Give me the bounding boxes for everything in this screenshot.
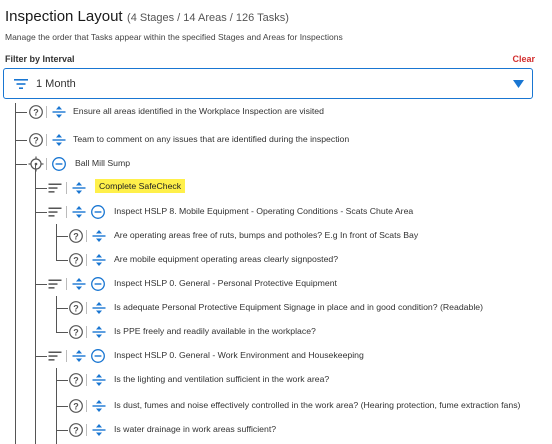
help-icon: ? bbox=[29, 105, 43, 119]
tree-row-label: Is PPE freely and readily available in t… bbox=[114, 326, 316, 336]
collapse-icon[interactable] bbox=[90, 204, 106, 220]
tree-row-question[interactable]: ? Team to comment on any issues that are… bbox=[0, 128, 552, 152]
help-icon: ? bbox=[69, 301, 83, 315]
tree-row-label: Is water drainage in work areas sufficie… bbox=[114, 424, 277, 434]
tree-row-label: Team to comment on any issues that are i… bbox=[73, 134, 350, 144]
collapse-icon[interactable] bbox=[90, 348, 106, 364]
tree-row-question[interactable]: ? Ensure all areas identified in the Wor… bbox=[0, 103, 552, 124]
svg-text:?: ? bbox=[33, 107, 39, 117]
task-list-icon bbox=[48, 207, 62, 217]
tree-row-label: Is adequate Personal Protective Equipmen… bbox=[114, 302, 483, 312]
tree-row-question[interactable]: ? Is the lighting and ventilation suffic… bbox=[0, 368, 552, 392]
tree-row-question[interactable]: ? Are mobile equipment operating areas c… bbox=[0, 248, 552, 272]
tree-row-question[interactable]: ? Is adequate Personal Protective Equipm… bbox=[0, 296, 552, 320]
page-subtitle: Manage the order that Tasks appear withi… bbox=[5, 32, 343, 42]
collapse-icon[interactable] bbox=[90, 276, 106, 292]
tree-row-task-group[interactable]: Inspect HSLP 0. General - Work Environme… bbox=[0, 344, 552, 368]
drag-handle-icon[interactable] bbox=[51, 104, 67, 120]
tree-row-label: Is the lighting and ventilation sufficie… bbox=[114, 374, 330, 384]
layout-tree: ? Ensure all areas identified in the Wor… bbox=[0, 103, 552, 444]
help-icon: ? bbox=[69, 325, 83, 339]
collapse-icon[interactable] bbox=[51, 156, 67, 172]
task-list-icon bbox=[48, 351, 62, 361]
svg-text:?: ? bbox=[73, 231, 79, 241]
task-list-icon bbox=[48, 279, 62, 289]
drag-handle-icon[interactable] bbox=[91, 372, 107, 388]
svg-text:?: ? bbox=[73, 375, 79, 385]
tree-row-label: Ball Mill Sump bbox=[75, 158, 131, 168]
location-target-icon bbox=[28, 156, 44, 172]
title-counts: (4 Stages / 14 Areas / 126 Tasks) bbox=[127, 12, 289, 24]
interval-select[interactable]: 1 Month bbox=[3, 68, 533, 99]
svg-text:?: ? bbox=[73, 303, 79, 313]
tree-row-label: Inspect HSLP 8. Mobile Equipment - Opera… bbox=[114, 206, 414, 216]
drag-handle-icon[interactable] bbox=[71, 204, 87, 220]
help-icon: ? bbox=[69, 423, 83, 437]
tree-row-label: Are mobile equipment operating areas cle… bbox=[114, 254, 339, 264]
drag-handle-icon[interactable] bbox=[91, 300, 107, 316]
drag-handle-icon[interactable] bbox=[91, 252, 107, 268]
clear-filter-link[interactable]: Clear bbox=[512, 54, 535, 64]
page-title: Inspection Layout (4 Stages / 14 Areas /… bbox=[5, 8, 289, 26]
svg-text:?: ? bbox=[73, 327, 79, 337]
tree-row-question[interactable]: ? Are operating areas free of ruts, bump… bbox=[0, 224, 552, 248]
filter-lines-icon bbox=[14, 79, 28, 89]
tree-row-question[interactable]: ? Is PPE freely and readily available in… bbox=[0, 320, 552, 344]
tree-row-question[interactable]: ? Is dust, fumes and noise effectively c… bbox=[0, 394, 552, 418]
tree-row-label: Complete SafeCheck bbox=[95, 179, 186, 193]
tree-row-label: Inspect HSLP 0. General - Personal Prote… bbox=[114, 278, 337, 288]
tree-row-task-group[interactable]: Inspect HSLP 0. General - Personal Prote… bbox=[0, 272, 552, 296]
drag-handle-icon[interactable] bbox=[91, 398, 107, 414]
help-icon: ? bbox=[69, 373, 83, 387]
drag-handle-icon[interactable] bbox=[71, 348, 87, 364]
svg-text:?: ? bbox=[73, 425, 79, 435]
drag-handle-icon[interactable] bbox=[91, 422, 107, 438]
tree-row-task-group[interactable]: Inspect HSLP 8. Mobile Equipment - Opera… bbox=[0, 200, 552, 224]
dropdown-arrow-icon[interactable] bbox=[513, 80, 524, 88]
drag-handle-icon[interactable] bbox=[71, 276, 87, 292]
help-icon: ? bbox=[29, 133, 43, 147]
drag-handle-icon[interactable] bbox=[51, 132, 67, 148]
filter-label: Filter by Interval bbox=[5, 54, 75, 64]
svg-text:?: ? bbox=[73, 401, 79, 411]
drag-handle-icon[interactable] bbox=[91, 324, 107, 340]
tree-row-area[interactable]: Ball Mill Sump bbox=[0, 152, 552, 176]
tree-row-label: Are operating areas free of ruts, bumps … bbox=[114, 230, 419, 240]
drag-handle-icon[interactable] bbox=[71, 180, 87, 196]
drag-handle-icon[interactable] bbox=[91, 228, 107, 244]
tree-row-label: Ensure all areas identified in the Workp… bbox=[73, 106, 324, 116]
task-list-icon bbox=[48, 183, 62, 193]
help-icon: ? bbox=[69, 253, 83, 267]
tree-row-label: Inspect HSLP 0. General - Work Environme… bbox=[114, 350, 364, 360]
svg-text:?: ? bbox=[33, 135, 39, 145]
help-icon: ? bbox=[69, 399, 83, 413]
tree-row-question[interactable]: ? Is water drainage in work areas suffic… bbox=[0, 418, 552, 442]
help-icon: ? bbox=[69, 229, 83, 243]
svg-text:?: ? bbox=[73, 255, 79, 265]
interval-select-value: 1 Month bbox=[36, 78, 76, 90]
tree-row-task[interactable]: Complete SafeCheck bbox=[0, 176, 552, 200]
tree-row-label: Is dust, fumes and noise effectively con… bbox=[114, 400, 521, 410]
title-text: Inspection Layout bbox=[5, 8, 123, 25]
